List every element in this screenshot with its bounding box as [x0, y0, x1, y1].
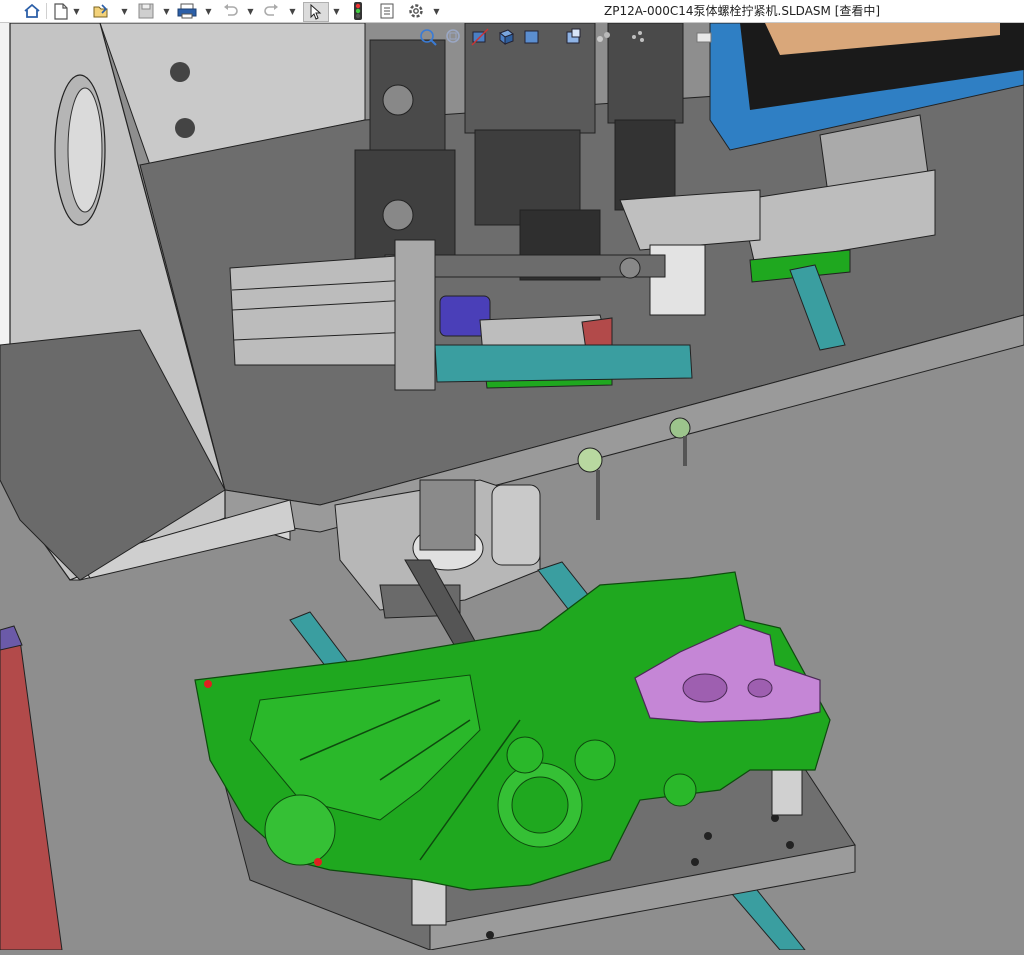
view-orientation-icon[interactable]	[496, 27, 516, 47]
undo-dropdown-chevron-icon[interactable]: ▼	[246, 2, 255, 20]
select-pointer-icon[interactable]	[303, 2, 329, 22]
save-dropdown-chevron-icon[interactable]: ▼	[162, 2, 171, 20]
view-settings-icon[interactable]	[694, 27, 714, 47]
title-bar: ▼ ▼ ▼ ▼ ▼ ▼ ▼ ▼ ZP12A-000C14泵体螺栓拧紧机.SLDA…	[0, 0, 1024, 23]
home-icon[interactable]	[22, 2, 42, 20]
section-view-icon[interactable]	[470, 27, 490, 47]
zoom-area-icon[interactable]	[444, 27, 464, 47]
hide-show-items-icon[interactable]	[564, 27, 584, 47]
redo-icon[interactable]	[262, 2, 282, 20]
options-gear-icon[interactable]	[406, 2, 426, 20]
print-dropdown-chevron-icon[interactable]: ▼	[204, 2, 213, 20]
open-icon[interactable]	[92, 2, 112, 20]
redo-dropdown-chevron-icon[interactable]: ▼	[288, 2, 297, 20]
open-dropdown-chevron-icon[interactable]: ▼	[120, 2, 129, 20]
select-dropdown-chevron-icon[interactable]: ▼	[332, 2, 341, 20]
heads-up-view-toolbar	[418, 27, 712, 49]
apply-scene-icon[interactable]	[628, 27, 648, 47]
new-document-icon[interactable]	[52, 2, 70, 20]
print-icon[interactable]	[176, 2, 198, 20]
display-style-icon[interactable]	[522, 27, 542, 47]
undo-icon[interactable]	[220, 2, 240, 20]
file-properties-icon[interactable]	[378, 2, 396, 20]
options-dropdown-chevron-icon[interactable]: ▼	[432, 2, 441, 20]
save-icon[interactable]	[136, 2, 156, 20]
zoom-to-fit-icon[interactable]	[418, 27, 438, 47]
edit-appearance-icon[interactable]	[594, 27, 614, 47]
window-title: ZP12A-000C14泵体螺栓拧紧机.SLDASM [查看中]	[604, 4, 881, 18]
graphics-area[interactable]	[0, 22, 1024, 951]
new-dropdown-chevron-icon[interactable]: ▼	[72, 2, 81, 20]
rebuild-traffic-light-icon[interactable]	[350, 2, 366, 20]
